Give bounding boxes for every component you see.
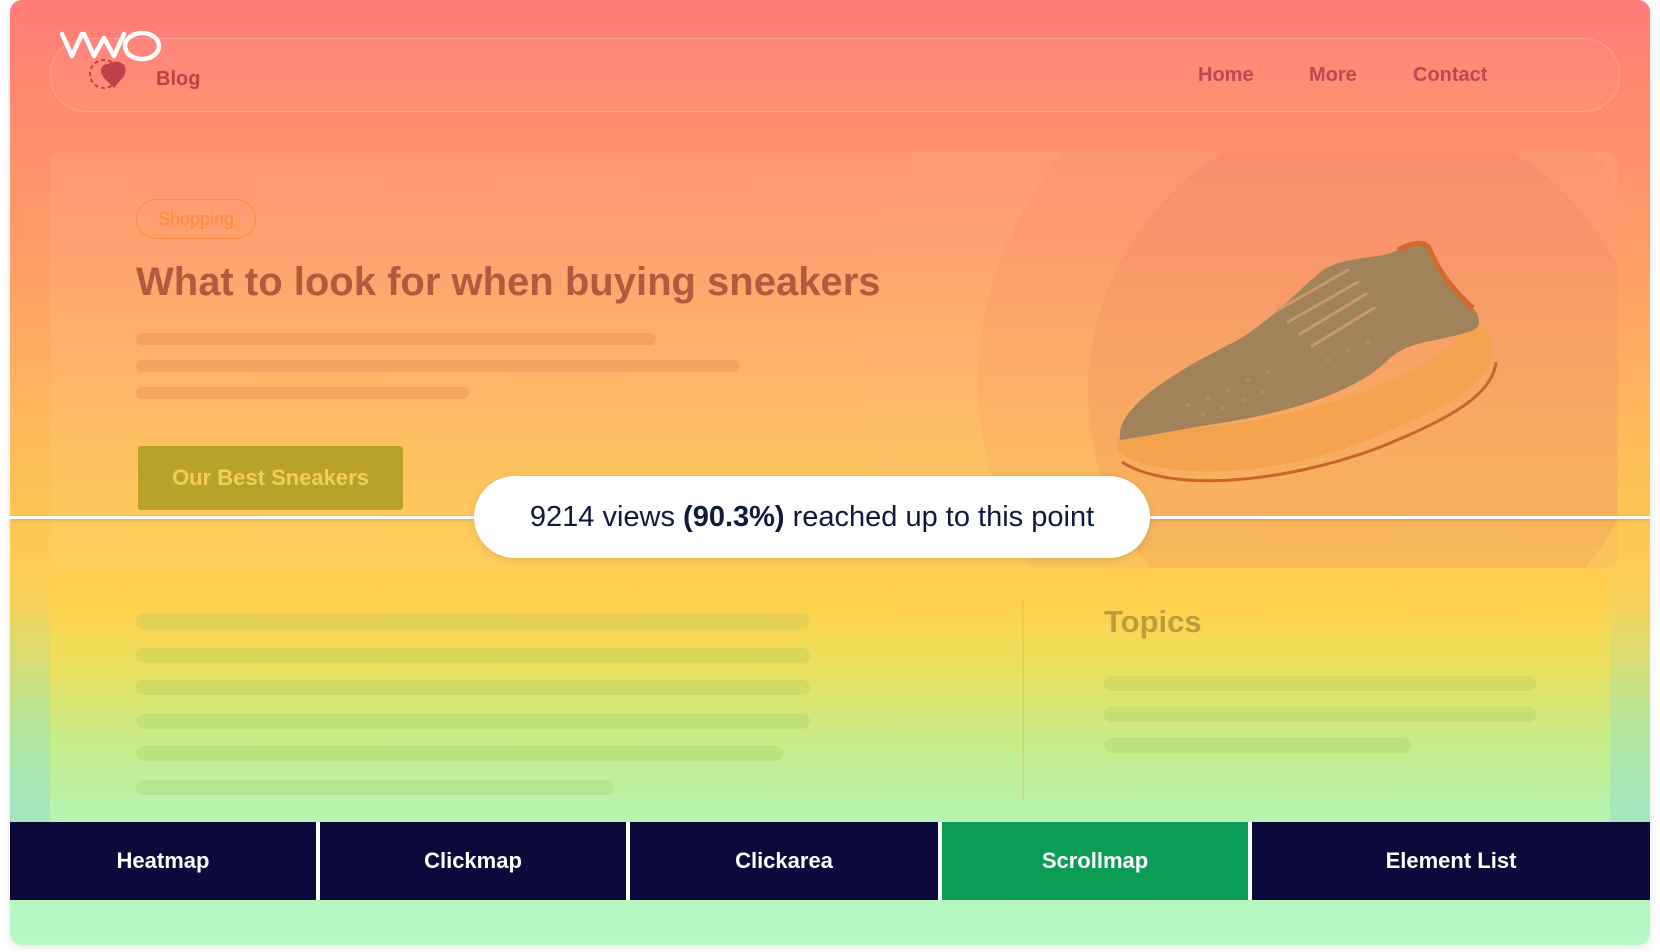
vwo-logo[interactable]: Blog bbox=[60, 26, 200, 96]
vwo-logo-icon bbox=[60, 30, 162, 89]
scroll-views-count: 9214 views bbox=[529, 501, 675, 533]
content-placeholder-line bbox=[136, 746, 783, 761]
text-placeholder-line bbox=[136, 387, 469, 399]
article-title: What to look for when buying sneakers bbox=[136, 260, 881, 304]
topic-placeholder-line bbox=[1104, 738, 1411, 753]
tab-clickarea[interactable]: Clickarea bbox=[630, 822, 938, 900]
nav-link-home[interactable]: Home bbox=[1198, 64, 1254, 87]
blog-label: Blog bbox=[156, 68, 201, 90]
content-divider bbox=[1022, 600, 1024, 800]
content-placeholder-line bbox=[136, 680, 810, 695]
nav-link-contact[interactable]: Contact bbox=[1413, 64, 1487, 87]
content-placeholder-line bbox=[136, 648, 810, 663]
tab-scrollmap[interactable]: Scrollmap bbox=[942, 822, 1248, 900]
category-tag[interactable]: Shopping bbox=[136, 199, 256, 239]
scroll-percent: (90.3%) bbox=[683, 501, 785, 533]
tab-element-list[interactable]: Element List bbox=[1252, 822, 1650, 900]
content-placeholder-line bbox=[136, 780, 614, 795]
content-placeholder-line bbox=[136, 614, 810, 629]
text-placeholder-line bbox=[136, 333, 656, 345]
text-placeholder-line bbox=[136, 360, 740, 372]
sneaker-image bbox=[1118, 240, 1498, 483]
tab-clickmap[interactable]: Clickmap bbox=[320, 822, 626, 900]
scrollmap-viewport: Blog Home More Contact Shopping What to … bbox=[10, 0, 1650, 945]
scroll-depth-suffix: reached up to this point bbox=[792, 501, 1095, 533]
scroll-depth-label: 9214 views (90.3%) reached up to this po… bbox=[474, 476, 1150, 558]
topic-placeholder-line bbox=[1104, 707, 1536, 722]
best-sneakers-button[interactable]: Our Best Sneakers bbox=[138, 446, 403, 510]
topics-heading: Topics bbox=[1104, 604, 1202, 639]
topic-placeholder-line bbox=[1104, 676, 1536, 691]
site-navbar bbox=[50, 38, 1620, 112]
view-mode-tabbar: Heatmap Clickmap Clickarea Scrollmap Ele… bbox=[10, 822, 1650, 900]
content-placeholder-line bbox=[136, 714, 810, 729]
nav-link-more[interactable]: More bbox=[1309, 64, 1357, 87]
tab-heatmap[interactable]: Heatmap bbox=[10, 822, 316, 900]
